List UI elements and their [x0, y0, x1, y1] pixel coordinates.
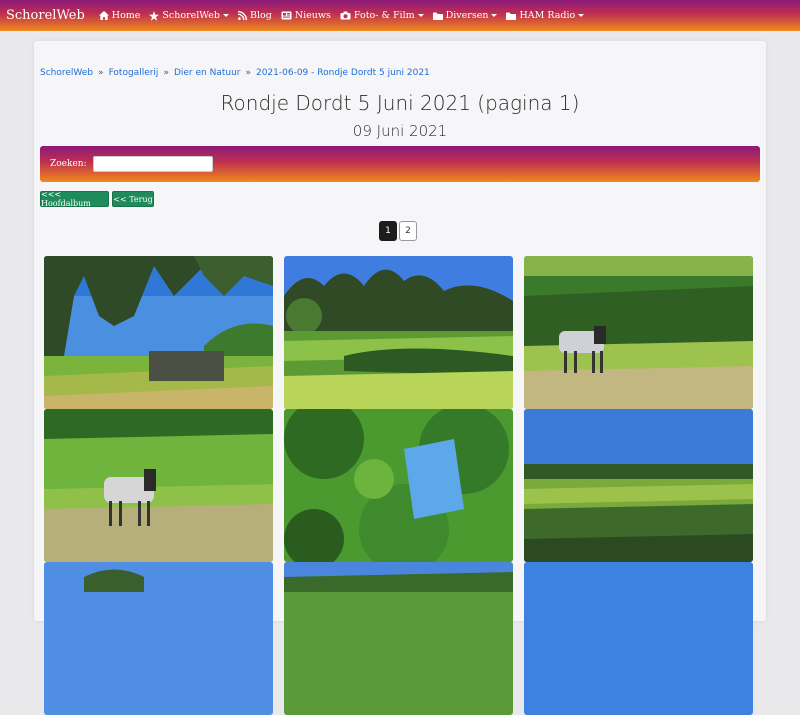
page-link-2[interactable]: 2 — [399, 221, 417, 241]
back-button[interactable]: << Terug — [112, 191, 154, 207]
chevron-down-icon — [222, 14, 229, 17]
nav-ham-radio[interactable]: HAM Radio — [506, 10, 585, 21]
breadcrumb-separator: » — [163, 68, 169, 78]
brand-logo[interactable]: SchorelWeb — [6, 8, 85, 23]
photo-thumbnail-8[interactable] — [284, 562, 513, 715]
search-label: Zoeken: — [50, 159, 87, 169]
breadcrumb: SchorelWeb » Fotogallerij » Dier en Natuur » 2… — [40, 68, 430, 78]
nav-nieuws[interactable]: Nieuws — [281, 10, 331, 21]
breadcrumb-separator: » — [245, 68, 251, 78]
home-icon — [98, 11, 109, 20]
page-link-1[interactable]: 1 — [379, 221, 397, 241]
folder-icon — [506, 12, 517, 20]
photo-thumbnail-4[interactable] — [44, 409, 273, 562]
nav-home-label: Home — [111, 10, 141, 21]
breadcrumb-item-schorelweb[interactable]: SchorelWeb — [40, 68, 93, 78]
nav-diversen[interactable]: Diversen — [432, 10, 498, 21]
newspaper-icon — [281, 11, 292, 20]
search-bar: Zoeken: — [40, 146, 760, 182]
nav-blog-label: Blog — [249, 10, 272, 21]
photo-thumbnail-9[interactable] — [524, 562, 753, 715]
nav-ham-radio-label: HAM Radio — [519, 10, 576, 21]
photo-thumbnail-1[interactable] — [44, 256, 273, 409]
gallery-card: SchorelWeb » Fotogallerij » Dier en Natuur » 2… — [34, 41, 766, 715]
breadcrumb-item-current-album[interactable]: 2021-06-09 - Rondje Dordt 5 juni 2021 — [256, 68, 430, 78]
breadcrumb-item-dier-en-natuur[interactable]: Dier en Natuur — [174, 68, 241, 78]
photo-thumbnail-7[interactable] — [44, 562, 273, 715]
main-album-button[interactable]: <<< Hoofdalbum — [40, 190, 109, 208]
nav-foto-film[interactable]: Foto- & Film — [340, 10, 424, 21]
search-input[interactable] — [92, 156, 213, 172]
rss-icon — [237, 11, 247, 20]
chevron-down-icon — [578, 14, 585, 17]
nav-schorelweb[interactable]: SchorelWeb — [149, 10, 229, 21]
nav-foto-film-label: Foto- & Film — [353, 10, 415, 21]
nav-nieuws-label: Nieuws — [294, 10, 331, 21]
nav-blog[interactable]: Blog — [237, 10, 272, 21]
nav-schorelweb-label: SchorelWeb — [162, 10, 220, 21]
pagination: 1 2 — [379, 221, 419, 241]
folder-icon — [432, 12, 443, 20]
nav-home[interactable]: Home — [98, 10, 141, 21]
chevron-down-icon — [491, 14, 498, 17]
nav-diversen-label: Diversen — [445, 10, 489, 21]
breadcrumb-separator: » — [98, 68, 104, 78]
photo-thumbnail-6[interactable] — [524, 409, 753, 562]
breadcrumb-item-fotogallerij[interactable]: Fotogallerij — [109, 68, 159, 78]
album-date: 09 Juni 2021 — [352, 122, 448, 140]
page-title: Rondje Dordt 5 Juni 2021 (pagina 1) — [220, 91, 580, 115]
chevron-down-icon — [417, 14, 424, 17]
photo-thumbnail-2[interactable] — [284, 256, 513, 409]
photo-thumbnail-5[interactable] — [284, 409, 513, 562]
top-navbar: SchorelWeb Home SchorelWeb Blog Nieuws F… — [0, 0, 800, 31]
photo-thumbnail-3[interactable] — [524, 256, 753, 409]
camera-icon — [340, 11, 351, 20]
star-icon — [149, 10, 160, 21]
